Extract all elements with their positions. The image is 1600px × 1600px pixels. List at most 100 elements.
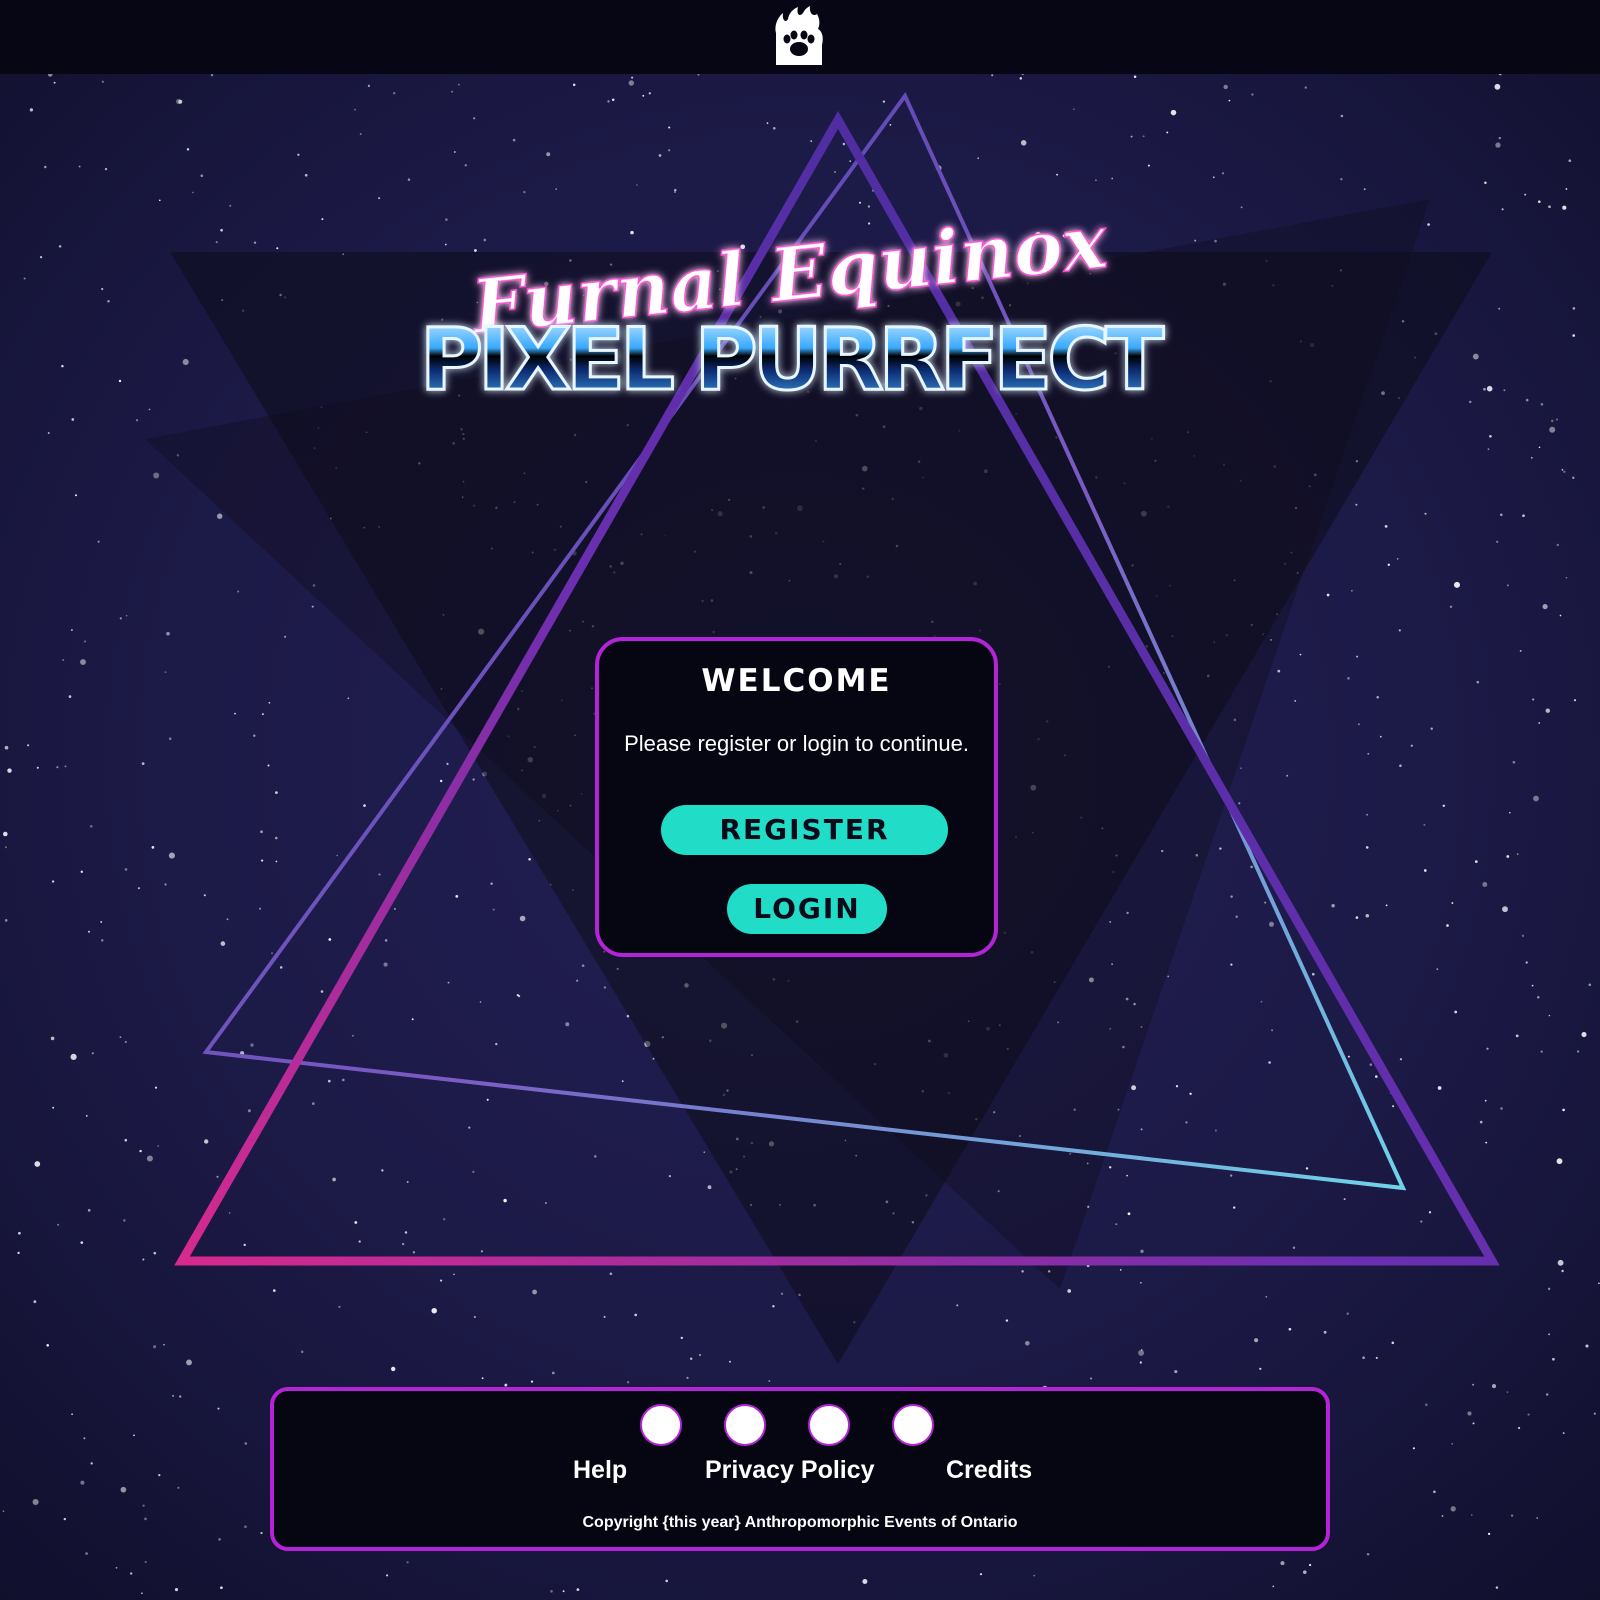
star bbox=[1131, 1085, 1137, 1091]
social-icon-3[interactable] bbox=[808, 1404, 850, 1446]
star bbox=[354, 1221, 358, 1224]
star bbox=[1033, 1574, 1036, 1577]
star bbox=[1323, 1330, 1327, 1334]
star bbox=[154, 1086, 158, 1089]
star bbox=[481, 1377, 484, 1380]
star bbox=[1522, 514, 1525, 518]
star bbox=[1398, 629, 1401, 632]
star bbox=[2, 1510, 5, 1513]
social-icon-4[interactable] bbox=[892, 1404, 934, 1446]
star bbox=[64, 765, 67, 768]
star bbox=[1369, 1063, 1373, 1066]
star bbox=[1396, 558, 1399, 560]
star bbox=[412, 1251, 416, 1254]
star bbox=[1174, 1370, 1178, 1374]
star bbox=[1379, 735, 1382, 738]
star bbox=[453, 1273, 455, 1276]
privacy-policy-link[interactable]: Privacy Policy bbox=[705, 1456, 875, 1485]
star bbox=[1470, 1514, 1473, 1516]
star bbox=[124, 868, 128, 871]
help-link[interactable]: Help bbox=[573, 1456, 627, 1485]
star bbox=[243, 1243, 246, 1247]
star bbox=[668, 1174, 672, 1178]
star bbox=[551, 1371, 555, 1375]
star bbox=[36, 766, 39, 769]
star bbox=[124, 1138, 128, 1142]
star bbox=[1495, 1586, 1499, 1589]
star bbox=[268, 701, 271, 704]
star bbox=[401, 1242, 405, 1246]
star bbox=[125, 614, 128, 617]
star bbox=[1376, 696, 1379, 699]
credits-link[interactable]: Credits bbox=[946, 1456, 1032, 1485]
star bbox=[1556, 1158, 1563, 1165]
star bbox=[1238, 802, 1241, 805]
star bbox=[1442, 804, 1446, 808]
star bbox=[1593, 1412, 1596, 1415]
star bbox=[1563, 470, 1566, 473]
star bbox=[1280, 1561, 1285, 1566]
star bbox=[1542, 604, 1548, 610]
star bbox=[80, 1480, 85, 1485]
copyright-text: Copyright {this year} Anthropomorphic Ev… bbox=[582, 1514, 1018, 1531]
star bbox=[83, 1437, 86, 1440]
star bbox=[1351, 589, 1353, 592]
star bbox=[137, 887, 140, 890]
footer: Help Privacy Policy Credits Copyright {t… bbox=[270, 1387, 1330, 1551]
star bbox=[1090, 1377, 1093, 1380]
star bbox=[603, 1315, 606, 1318]
star bbox=[1546, 1393, 1549, 1396]
star bbox=[550, 1589, 553, 1593]
star bbox=[153, 1251, 157, 1255]
star bbox=[581, 964, 585, 968]
star bbox=[1343, 1198, 1346, 1201]
star bbox=[226, 918, 229, 921]
star bbox=[446, 762, 449, 766]
star bbox=[141, 1592, 143, 1595]
star bbox=[338, 1305, 341, 1309]
star bbox=[1235, 915, 1238, 918]
star bbox=[1487, 1532, 1491, 1536]
star bbox=[1472, 1422, 1475, 1425]
star bbox=[689, 1357, 693, 1361]
star bbox=[1230, 895, 1233, 898]
star bbox=[565, 1022, 570, 1027]
star bbox=[479, 1001, 482, 1003]
star bbox=[1451, 1443, 1454, 1445]
star bbox=[490, 882, 493, 885]
star bbox=[504, 1383, 508, 1387]
star bbox=[1392, 1105, 1395, 1108]
star bbox=[1286, 774, 1289, 777]
star bbox=[1362, 1356, 1365, 1360]
star bbox=[1127, 1212, 1131, 1216]
register-button[interactable]: REGISTER bbox=[661, 805, 948, 855]
star bbox=[1562, 1432, 1565, 1435]
star bbox=[320, 990, 324, 993]
star bbox=[1572, 476, 1575, 479]
social-icon-2[interactable] bbox=[724, 1404, 766, 1446]
star bbox=[1294, 699, 1297, 702]
star bbox=[530, 1380, 534, 1383]
star bbox=[1387, 563, 1390, 566]
star bbox=[168, 737, 172, 741]
star bbox=[47, 432, 50, 434]
star bbox=[351, 1034, 354, 1037]
paw-flame-logo-icon[interactable] bbox=[770, 5, 828, 67]
star bbox=[1472, 1383, 1475, 1386]
star bbox=[1561, 1269, 1564, 1273]
star bbox=[406, 1180, 409, 1183]
social-icon-1[interactable] bbox=[640, 1404, 682, 1446]
star bbox=[1536, 1517, 1539, 1519]
star bbox=[1556, 543, 1560, 547]
star bbox=[1449, 605, 1453, 609]
star bbox=[260, 830, 263, 834]
star bbox=[404, 1231, 408, 1234]
star bbox=[1311, 972, 1315, 976]
star bbox=[386, 1574, 389, 1577]
star bbox=[1540, 1050, 1543, 1053]
login-button[interactable]: LOGIN bbox=[727, 884, 887, 934]
star bbox=[1573, 699, 1577, 702]
star bbox=[1365, 846, 1369, 849]
star bbox=[665, 1579, 669, 1583]
star bbox=[158, 1473, 161, 1477]
